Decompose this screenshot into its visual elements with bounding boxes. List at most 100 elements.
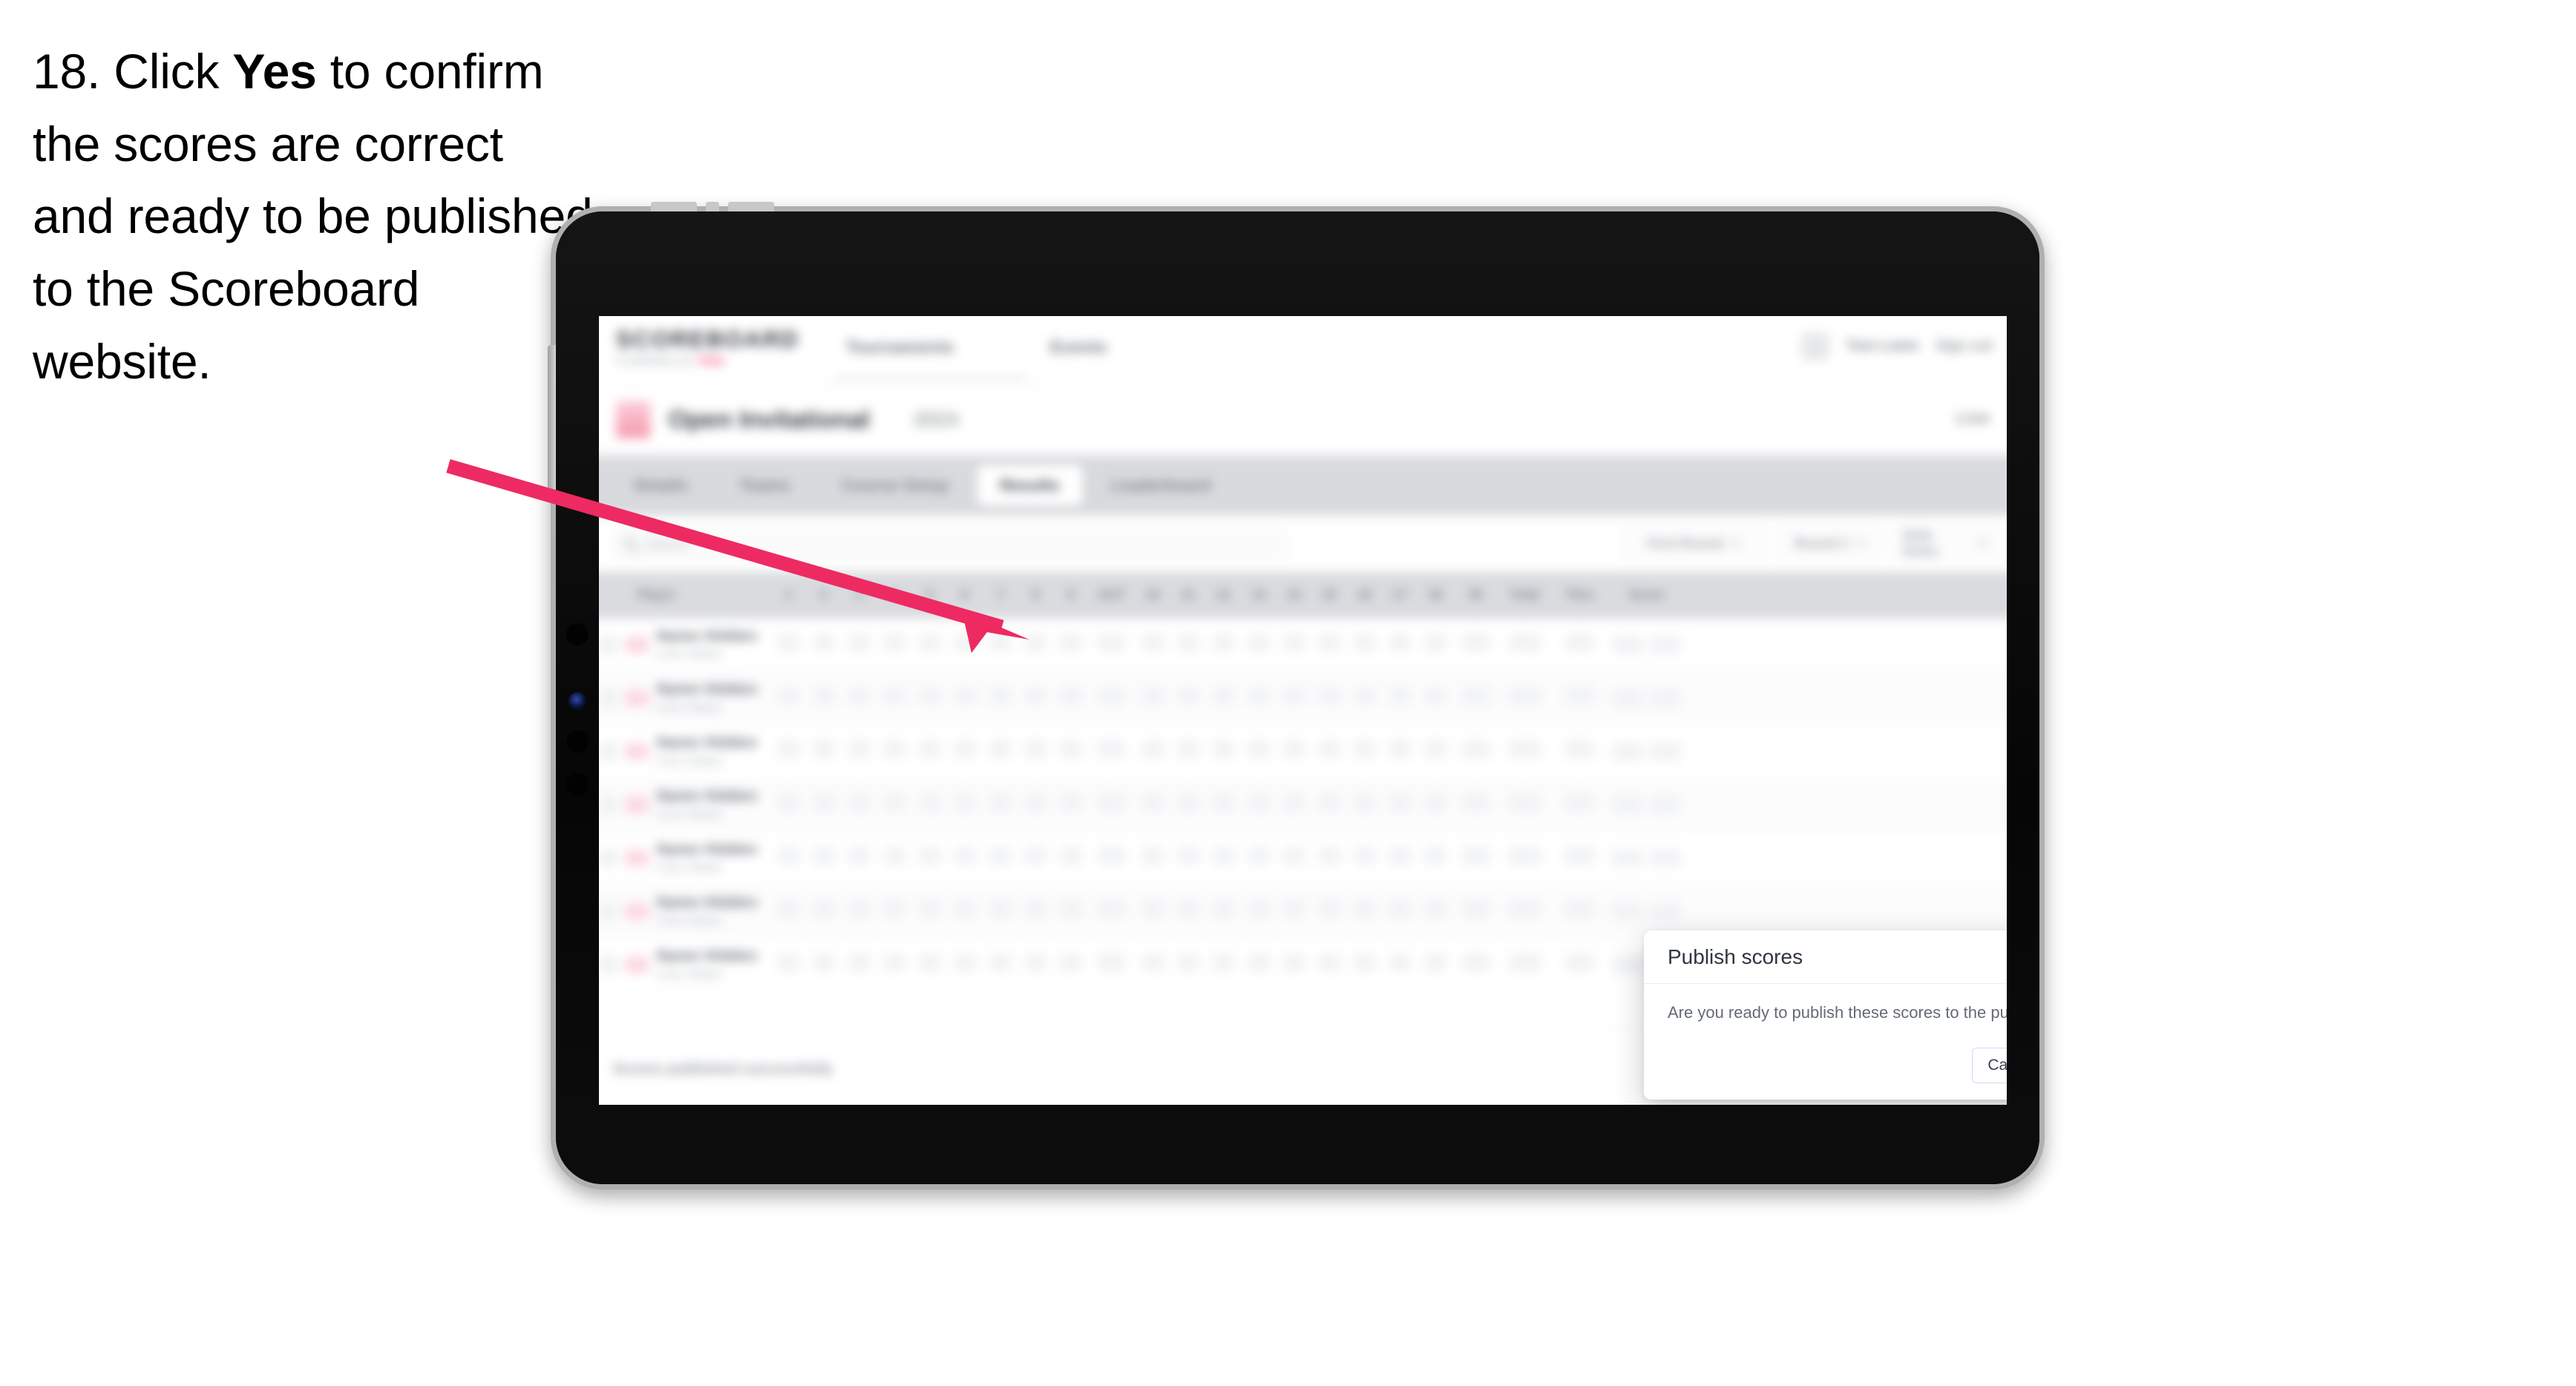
avatar[interactable] — [1801, 332, 1830, 361]
cell-hole[interactable] — [1170, 900, 1206, 922]
cell-hole[interactable] — [912, 740, 948, 762]
cell-hole[interactable] — [1053, 686, 1089, 709]
tab-results[interactable]: Results — [977, 465, 1083, 506]
cell-hole[interactable] — [1053, 847, 1089, 869]
cell-hole[interactable] — [806, 686, 842, 709]
cell-hole[interactable] — [1205, 900, 1241, 922]
search-input[interactable]: Search — [611, 528, 1288, 561]
cell-hole[interactable] — [1135, 847, 1170, 869]
row-checkbox[interactable] — [599, 795, 618, 814]
cell-hole[interactable] — [1311, 633, 1347, 656]
cell-hole[interactable] — [1311, 793, 1347, 815]
cell-hole[interactable] — [947, 633, 983, 656]
row-checkbox[interactable] — [599, 689, 618, 707]
cell-hole[interactable] — [876, 740, 912, 762]
cell-hole[interactable] — [770, 953, 806, 976]
cell-hole[interactable] — [1382, 740, 1418, 762]
cell-hole[interactable] — [1170, 740, 1206, 762]
cell-hole[interactable] — [770, 740, 806, 762]
cell-hole[interactable] — [876, 633, 912, 656]
table-row[interactable]: Name Hidden Club Hidden — [599, 831, 2007, 885]
cell-hole[interactable] — [1418, 686, 1453, 709]
cell-hole[interactable] — [770, 633, 806, 656]
cell-hole[interactable] — [1053, 900, 1089, 922]
cell-hole[interactable] — [1347, 633, 1383, 656]
cell-hole[interactable] — [1017, 686, 1053, 709]
tab-course-setup[interactable]: Course Setup — [819, 465, 971, 506]
table-row[interactable]: Name Hidden Club Hidden — [599, 725, 2007, 779]
cell-hole[interactable] — [806, 953, 842, 976]
cancel-button[interactable]: Cancel — [1972, 1048, 2007, 1083]
cell-hole[interactable] — [806, 633, 842, 656]
row-checkbox[interactable] — [599, 849, 618, 867]
cell-hole[interactable] — [876, 686, 912, 709]
cell-hole[interactable] — [1347, 686, 1383, 709]
cell-hole[interactable] — [1017, 847, 1053, 869]
cell-hole[interactable] — [1418, 793, 1453, 815]
table-row[interactable]: Name Hidden Club Hidden — [599, 618, 2007, 672]
cell-hole[interactable] — [876, 847, 912, 869]
cell-hole[interactable] — [1205, 953, 1241, 976]
cell-hole[interactable] — [1382, 793, 1418, 815]
cell-hole[interactable] — [770, 686, 806, 709]
cell-hole[interactable] — [1241, 686, 1276, 709]
cell-hole[interactable] — [1053, 740, 1089, 762]
cell-hole[interactable] — [1170, 847, 1206, 869]
cell-hole[interactable] — [1347, 953, 1383, 976]
cell-hole[interactable] — [770, 900, 806, 922]
cell-hole[interactable] — [876, 793, 912, 815]
cell-hole[interactable] — [1311, 686, 1347, 709]
cell-hole[interactable] — [1347, 847, 1383, 869]
cell-hole[interactable] — [1241, 633, 1276, 656]
cell-hole[interactable] — [876, 900, 912, 922]
cell-hole[interactable] — [1017, 633, 1053, 656]
cell-hole[interactable] — [912, 953, 948, 976]
cell-hole[interactable] — [1205, 633, 1241, 656]
cell-hole[interactable] — [1311, 847, 1347, 869]
cell-hole[interactable] — [1241, 900, 1276, 922]
cell-hole[interactable] — [1382, 900, 1418, 922]
cell-hole[interactable] — [1418, 740, 1453, 762]
row-checkbox[interactable] — [599, 955, 618, 974]
cell-hole[interactable] — [1170, 633, 1206, 656]
cell-hole[interactable] — [947, 900, 983, 922]
cell-hole[interactable] — [842, 793, 877, 815]
cell-hole[interactable] — [1418, 633, 1453, 656]
cell-hole[interactable] — [1135, 633, 1170, 656]
cell-hole[interactable] — [1276, 686, 1312, 709]
sign-out-link[interactable]: Sign out — [1936, 338, 1993, 355]
cell-hole[interactable] — [1241, 953, 1276, 976]
filter-round-select[interactable]: First Round — [1620, 526, 1768, 561]
cell-hole[interactable] — [983, 633, 1018, 656]
cell-hole[interactable] — [1311, 900, 1347, 922]
cell-hole[interactable] — [842, 633, 877, 656]
cell-hole[interactable] — [806, 793, 842, 815]
cell-hole[interactable] — [842, 900, 877, 922]
cell-hole[interactable] — [1347, 740, 1383, 762]
cell-hole[interactable] — [842, 953, 877, 976]
nav-item-tournaments[interactable]: Tournaments — [846, 337, 954, 357]
table-row[interactable]: Name Hidden Club Hidden — [599, 671, 2007, 726]
cell-hole[interactable] — [983, 953, 1018, 976]
user-name[interactable]: Tom Lewis — [1846, 338, 1919, 355]
cell-hole[interactable] — [912, 847, 948, 869]
cell-hole[interactable] — [983, 740, 1018, 762]
cell-hole[interactable] — [1053, 953, 1089, 976]
cell-hole[interactable] — [1205, 793, 1241, 815]
cell-hole[interactable] — [1276, 793, 1312, 815]
cell-hole[interactable] — [770, 793, 806, 815]
cell-hole[interactable] — [1382, 633, 1418, 656]
cell-hole[interactable] — [1241, 847, 1276, 869]
cell-hole[interactable] — [1276, 740, 1312, 762]
cell-hole[interactable] — [1205, 686, 1241, 709]
cell-hole[interactable] — [1205, 847, 1241, 869]
cell-hole[interactable] — [842, 847, 877, 869]
nav-item-events[interactable]: Events — [1050, 337, 1107, 357]
cell-hole[interactable] — [1017, 793, 1053, 815]
cell-hole[interactable] — [842, 740, 877, 762]
cell-hole[interactable] — [1170, 793, 1206, 815]
cell-hole[interactable] — [770, 847, 806, 869]
cell-hole[interactable] — [1170, 686, 1206, 709]
cell-hole[interactable] — [806, 740, 842, 762]
cell-hole[interactable] — [912, 633, 948, 656]
